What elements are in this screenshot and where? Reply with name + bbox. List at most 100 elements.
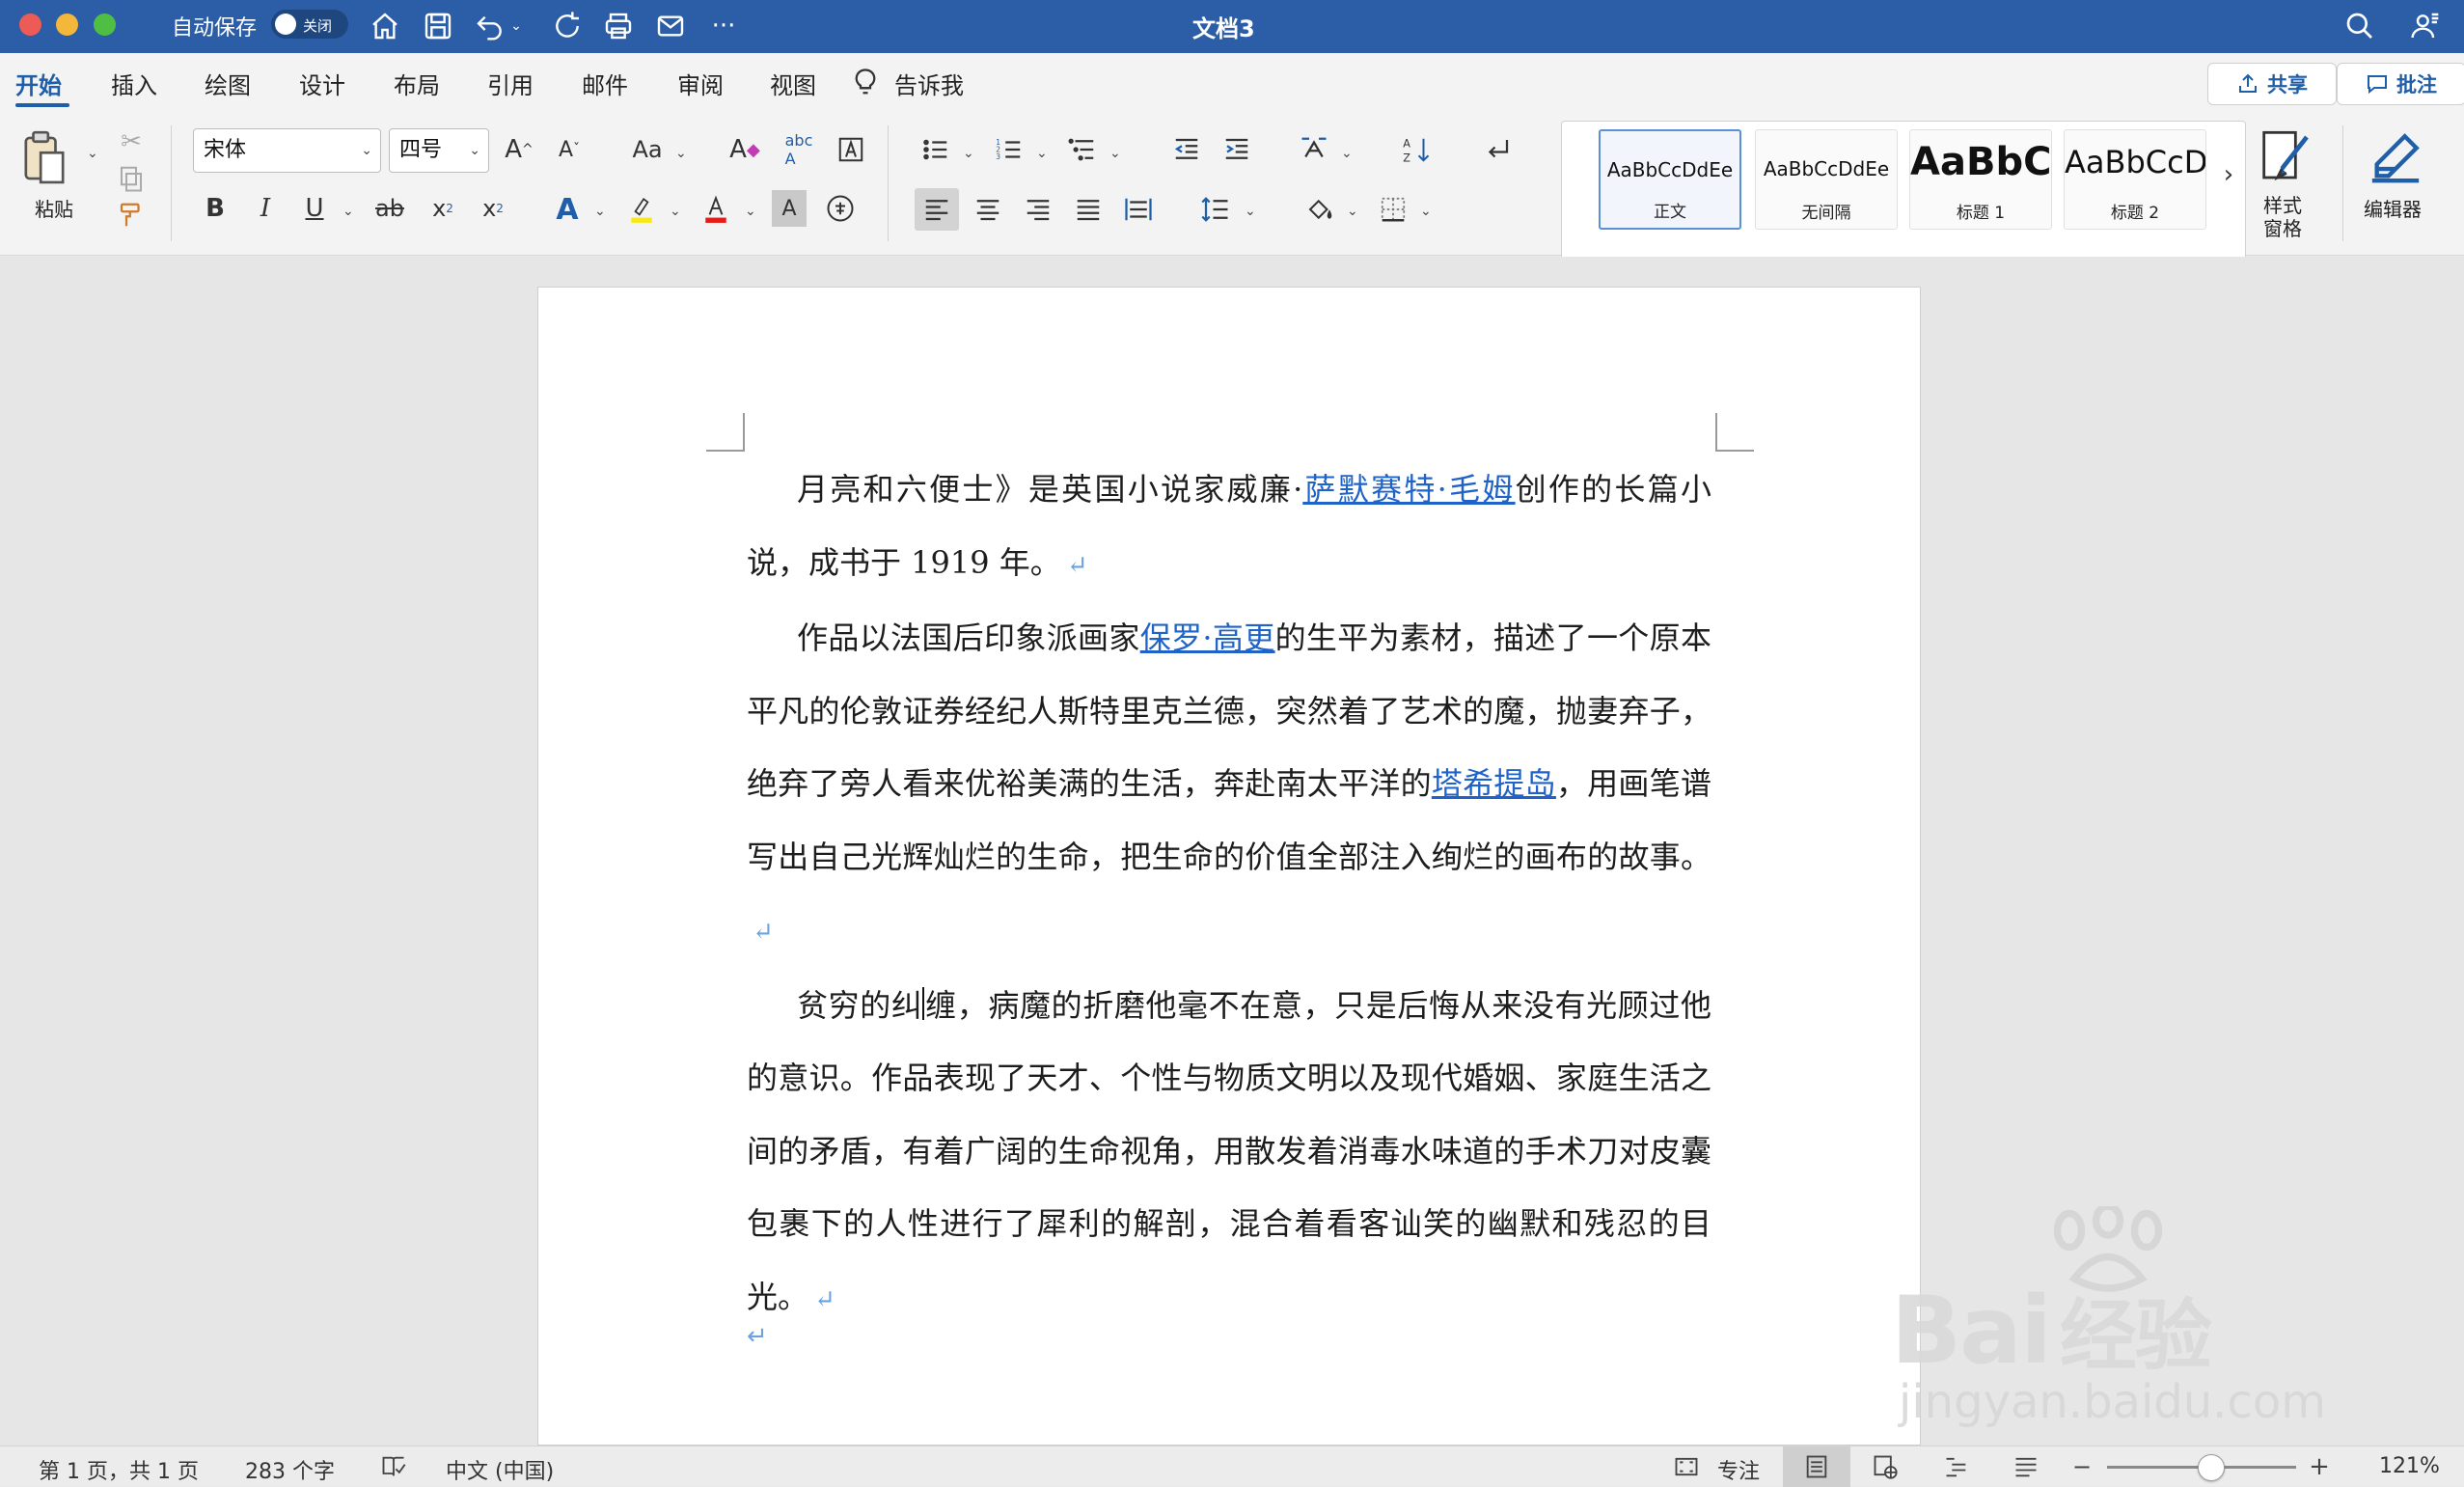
tab-insert[interactable]: 插入: [111, 67, 157, 100]
distributed-icon[interactable]: [1119, 190, 1158, 229]
zoom-level[interactable]: 121%: [2379, 1454, 2440, 1478]
empty-paragraph-mark[interactable]: ↵: [747, 1322, 768, 1351]
line-spacing-dropdown-icon[interactable]: ⌄: [1245, 204, 1256, 219]
bold-icon[interactable]: B: [197, 190, 233, 227]
hyperlink-gauguin[interactable]: 保罗·高更: [1140, 620, 1275, 656]
tab-references[interactable]: 引用: [487, 67, 534, 100]
font-color-icon[interactable]: [697, 188, 735, 231]
decrease-indent-icon[interactable]: [1167, 130, 1206, 169]
align-left-icon[interactable]: [915, 188, 959, 231]
paste-dropdown-icon[interactable]: ⌄: [87, 146, 98, 161]
zoom-in-icon[interactable]: +: [2302, 1450, 2337, 1483]
shading-icon[interactable]: [1300, 190, 1339, 229]
change-case-dropdown-icon[interactable]: ⌄: [675, 146, 687, 161]
paragraph[interactable]: 作品以法国后印象派画家保罗·高更的生平为素材，描述了一个原本平凡的伦敦证券经纪人…: [747, 602, 1711, 970]
clear-formatting-icon[interactable]: A ◆: [726, 130, 764, 169]
tab-layout[interactable]: 布局: [394, 67, 440, 100]
zoom-slider-thumb[interactable]: [2197, 1454, 2225, 1481]
align-right-icon[interactable]: [1019, 190, 1057, 229]
grow-font-icon[interactable]: A ^: [500, 130, 538, 169]
numbering-icon[interactable]: 123: [990, 130, 1028, 169]
text-effects-icon[interactable]: A: [548, 190, 587, 229]
focus-icon[interactable]: [1669, 1450, 1704, 1483]
underline-dropdown-icon[interactable]: ⌄: [342, 204, 354, 219]
style-heading-1[interactable]: AaBbC 标题 1: [1909, 129, 2052, 230]
paragraph[interactable]: 月亮和六便士》是英国小说家威廉·萨默赛特·毛姆创作的长篇小说，成书于 1919 …: [747, 454, 1711, 602]
show-formatting-marks-icon[interactable]: [1478, 130, 1517, 169]
copy-icon[interactable]: [116, 163, 147, 194]
close-window-button[interactable]: [19, 14, 41, 36]
tell-me-search[interactable]: 告诉我: [894, 67, 964, 100]
search-icon[interactable]: [2340, 6, 2380, 46]
redo-icon[interactable]: [547, 6, 588, 46]
enclose-characters-icon[interactable]: [822, 190, 859, 227]
sort-icon[interactable]: AZ: [1397, 130, 1436, 169]
shading-dropdown-icon[interactable]: ⌄: [1347, 204, 1358, 219]
numbering-dropdown-icon[interactable]: ⌄: [1036, 146, 1048, 161]
underline-icon[interactable]: U: [296, 190, 333, 227]
tab-mailings[interactable]: 邮件: [582, 67, 628, 100]
zoom-out-icon[interactable]: −: [2065, 1450, 2099, 1483]
comments-button[interactable]: 批注: [2337, 63, 2464, 105]
multilevel-dropdown-icon[interactable]: ⌄: [1109, 146, 1121, 161]
tab-home[interactable]: 开始: [15, 67, 62, 100]
home-icon[interactable]: [365, 6, 405, 46]
language-status[interactable]: 中文 (中国): [446, 1454, 554, 1485]
tab-view[interactable]: 视图: [770, 67, 816, 100]
autosave-toggle[interactable]: 关闭: [271, 10, 348, 39]
borders-dropdown-icon[interactable]: ⌄: [1420, 204, 1432, 219]
zoom-window-button[interactable]: [94, 14, 116, 36]
proofing-icon[interactable]: [376, 1450, 411, 1483]
line-spacing-icon[interactable]: [1196, 190, 1235, 229]
cut-icon[interactable]: ✂: [116, 126, 147, 157]
superscript-icon[interactable]: x2: [475, 190, 511, 227]
text-direction-dropdown-icon[interactable]: ⌄: [1341, 146, 1353, 161]
align-center-icon[interactable]: [969, 190, 1007, 229]
web-layout-view-icon[interactable]: [1868, 1450, 1903, 1483]
mail-icon[interactable]: [650, 6, 691, 46]
style-heading-2[interactable]: AaBbCcD 标题 2: [2064, 129, 2206, 230]
draft-view-icon[interactable]: [2009, 1450, 2043, 1483]
subscript-icon[interactable]: x2: [424, 190, 461, 227]
share-button[interactable]: 共享: [2207, 63, 2337, 105]
justify-icon[interactable]: [1069, 190, 1108, 229]
multilevel-list-icon[interactable]: [1063, 130, 1102, 169]
increase-indent-icon[interactable]: [1218, 130, 1256, 169]
highlight-icon[interactable]: [622, 188, 661, 231]
strikethrough-icon[interactable]: ab: [370, 190, 410, 227]
tab-review[interactable]: 审阅: [677, 67, 724, 100]
word-count[interactable]: 283 个字: [245, 1454, 335, 1485]
text-effects-dropdown-icon[interactable]: ⌄: [594, 204, 606, 219]
minimize-window-button[interactable]: [56, 14, 78, 36]
editor-icon[interactable]: [2366, 126, 2425, 188]
focus-label[interactable]: 专注: [1717, 1454, 1760, 1485]
save-icon[interactable]: [418, 6, 458, 46]
text-direction-icon[interactable]: [1295, 130, 1333, 169]
change-case-icon[interactable]: Aa: [625, 130, 670, 169]
print-layout-view-icon[interactable]: [1783, 1446, 1850, 1487]
undo-icon[interactable]: [470, 6, 510, 46]
chevron-right-icon[interactable]: ›: [2216, 151, 2241, 199]
hyperlink-maugham[interactable]: 萨默赛特·毛姆: [1302, 471, 1515, 508]
document-body[interactable]: 月亮和六便士》是英国小说家威廉·萨默赛特·毛姆创作的长篇小说，成书于 1919 …: [747, 454, 1711, 1336]
bullets-icon[interactable]: [917, 130, 955, 169]
shrink-font-icon[interactable]: Aˇ: [550, 130, 589, 169]
font-color-dropdown-icon[interactable]: ⌄: [745, 204, 756, 219]
style-normal[interactable]: AaBbCcDdEe 正文: [1599, 129, 1741, 230]
page-count[interactable]: 第 1 页，共 1 页: [39, 1454, 199, 1485]
font-size-select[interactable]: 四号 ⌄: [389, 128, 489, 173]
outline-view-icon[interactable]: [1939, 1450, 1974, 1483]
bullets-dropdown-icon[interactable]: ⌄: [963, 146, 974, 161]
phonetic-guide-icon[interactable]: abc A: [780, 130, 818, 169]
style-no-spacing[interactable]: AaBbCcDdEe 无间隔: [1755, 129, 1898, 230]
italic-icon[interactable]: I: [247, 190, 284, 227]
format-painter-icon[interactable]: [116, 200, 147, 231]
character-shading-icon[interactable]: A: [772, 190, 807, 227]
undo-dropdown-icon[interactable]: ⌄: [506, 6, 526, 46]
hyperlink-tahiti[interactable]: 塔希提岛: [1432, 765, 1556, 802]
paste-icon[interactable]: [21, 128, 68, 188]
print-icon[interactable]: [598, 6, 639, 46]
paragraph[interactable]: 贫穷的纠缠，病魔的折磨他毫不在意，只是后悔从来没有光顾过他的意识。作品表现了天才…: [747, 970, 1711, 1337]
text-box-icon[interactable]: [832, 130, 870, 169]
account-icon[interactable]: [2405, 6, 2446, 46]
